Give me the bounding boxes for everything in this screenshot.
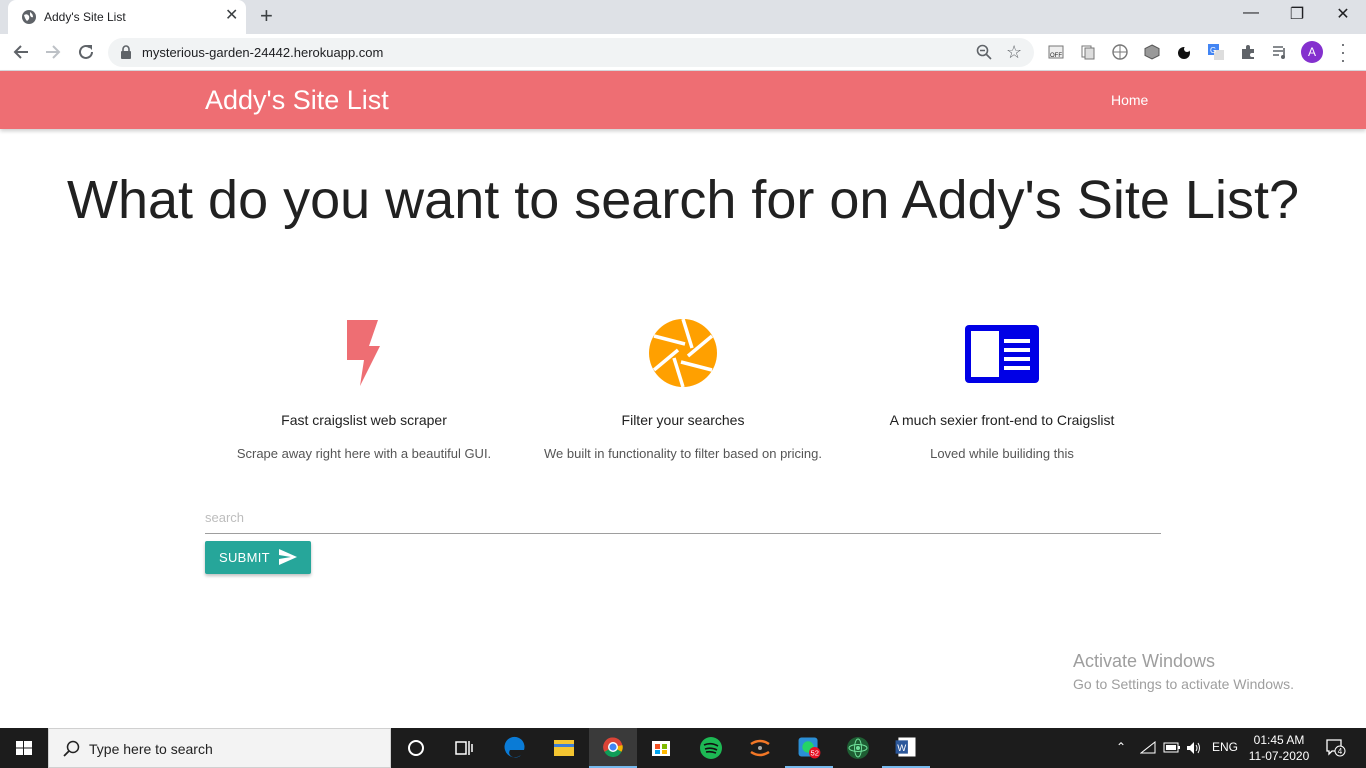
windows-start-icon[interactable] [0, 728, 48, 768]
zoom-icon[interactable] [976, 44, 992, 60]
extension-off-icon[interactable]: OFF [1048, 44, 1064, 60]
browser-menu-icon[interactable]: · · · [1340, 35, 1346, 69]
system-clock[interactable]: 01:45 AM 11-07-2020 [1244, 732, 1314, 764]
file-explorer-icon[interactable] [540, 728, 588, 768]
send-icon [279, 549, 297, 565]
volume-icon[interactable] [1186, 741, 1202, 755]
show-hidden-icons[interactable]: ⌃ [1116, 740, 1126, 754]
forward-arrow-icon[interactable] [42, 41, 64, 63]
bookmark-star-icon[interactable]: ☆ [1006, 42, 1022, 63]
new-tab-button[interactable]: + [260, 5, 273, 27]
globe-favicon-icon [22, 10, 36, 24]
svg-text:G: G [1210, 46, 1216, 55]
feature-card-scraper: Fast craigslist web scraper Scrape away … [199, 318, 529, 461]
feature-title: Filter your searches [621, 412, 745, 428]
camera-aperture-icon [649, 318, 717, 388]
activate-windows-watermark: Activate Windows Go to Settings to activ… [1073, 651, 1294, 692]
feature-card-frontend: A much sexier front-end to Craigslist Lo… [837, 318, 1167, 461]
flash-icon [347, 320, 380, 386]
spotify-icon[interactable] [687, 728, 735, 768]
translate-icon[interactable]: G [1208, 44, 1224, 60]
lock-icon [121, 45, 131, 59]
url-text: mysterious-garden-24442.herokuapp.com [142, 45, 384, 60]
minimize-button[interactable]: — [1236, 4, 1266, 22]
chrome-taskbar-icon[interactable] [589, 728, 637, 768]
site-brand-logo[interactable]: Addy's Site List [205, 85, 389, 116]
battery-icon[interactable] [1163, 742, 1181, 754]
browser-tab-strip: Addy's Site List ✕ + — ❐ ✕ [0, 0, 1366, 34]
svg-text:OFF: OFF [1050, 53, 1062, 59]
watermark-title: Activate Windows [1073, 651, 1216, 671]
whatsapp-icon[interactable]: 52 [785, 728, 833, 768]
reload-icon[interactable] [75, 41, 97, 63]
extensions-puzzle-icon[interactable] [1240, 44, 1256, 60]
close-window-button[interactable]: ✕ [1328, 4, 1358, 24]
atom-icon[interactable] [834, 728, 882, 768]
feature-title: Fast craigslist web scraper [281, 412, 447, 428]
notifications-icon[interactable]: 4 [1326, 739, 1346, 757]
submit-button[interactable]: SUBMIT [205, 541, 311, 574]
tab-close-icon[interactable]: ✕ [225, 8, 238, 24]
watermark-subtitle: Go to Settings to activate Windows. [1073, 676, 1294, 692]
profile-avatar[interactable]: A [1301, 41, 1323, 63]
nav-home-link[interactable]: Home [1111, 92, 1148, 108]
microsoft-store-icon[interactable] [637, 728, 685, 768]
whatsapp-badge: 52 [810, 749, 818, 758]
feature-description: We built in functionality to filter base… [544, 446, 822, 461]
browser-toolbar: mysterious-garden-24442.herokuapp.com ☆ … [0, 34, 1366, 71]
tab-title: Addy's Site List [44, 10, 126, 24]
feature-description: Scrape away right here with a beautiful … [236, 446, 492, 461]
extension-globe-icon[interactable] [1112, 44, 1128, 60]
submit-label: SUBMIT [219, 550, 270, 565]
cortana-icon[interactable] [392, 728, 440, 768]
feature-description: Loved while builiding this [930, 446, 1074, 461]
word-icon[interactable]: W [882, 728, 930, 768]
maximize-button[interactable]: ❐ [1282, 4, 1312, 24]
page-headline: What do you want to search for on Addy's… [67, 170, 1299, 230]
jupyter-icon[interactable] [736, 728, 784, 768]
taskbar-search-placeholder: Type here to search [89, 741, 213, 757]
extension-copy-icon[interactable] [1080, 44, 1096, 60]
site-navbar: Addy's Site List Home [0, 71, 1366, 129]
browser-tab-active[interactable]: Addy's Site List ✕ [8, 0, 246, 34]
edge-browser-icon[interactable] [490, 728, 538, 768]
extension-cube-icon[interactable] [1144, 44, 1160, 60]
notification-count: 4 [1338, 747, 1343, 756]
search-input[interactable] [205, 502, 1161, 534]
language-indicator[interactable]: ENG [1212, 740, 1238, 754]
media-queue-icon[interactable] [1272, 44, 1288, 60]
wifi-icon[interactable] [1140, 741, 1156, 755]
taskbar-search-box[interactable]: Type here to search [48, 728, 391, 768]
back-arrow-icon[interactable] [10, 41, 32, 63]
search-icon [63, 740, 80, 757]
extension-dark-icon[interactable] [1176, 44, 1192, 60]
address-bar[interactable]: mysterious-garden-24442.herokuapp.com ☆ [108, 38, 1034, 67]
feature-title: A much sexier front-end to Craigslist [889, 412, 1115, 428]
svg-text:W: W [897, 743, 906, 754]
windows-taskbar: Type here to search 52 W ⌃ ENG 01:45 AM … [0, 728, 1366, 768]
task-view-icon[interactable] [440, 728, 488, 768]
feature-card-filter: Filter your searches We built in functio… [518, 318, 848, 461]
clock-date: 11-07-2020 [1248, 749, 1310, 763]
clock-time: 01:45 AM [1253, 733, 1305, 747]
chrome-reader-mode-icon [965, 325, 1039, 383]
